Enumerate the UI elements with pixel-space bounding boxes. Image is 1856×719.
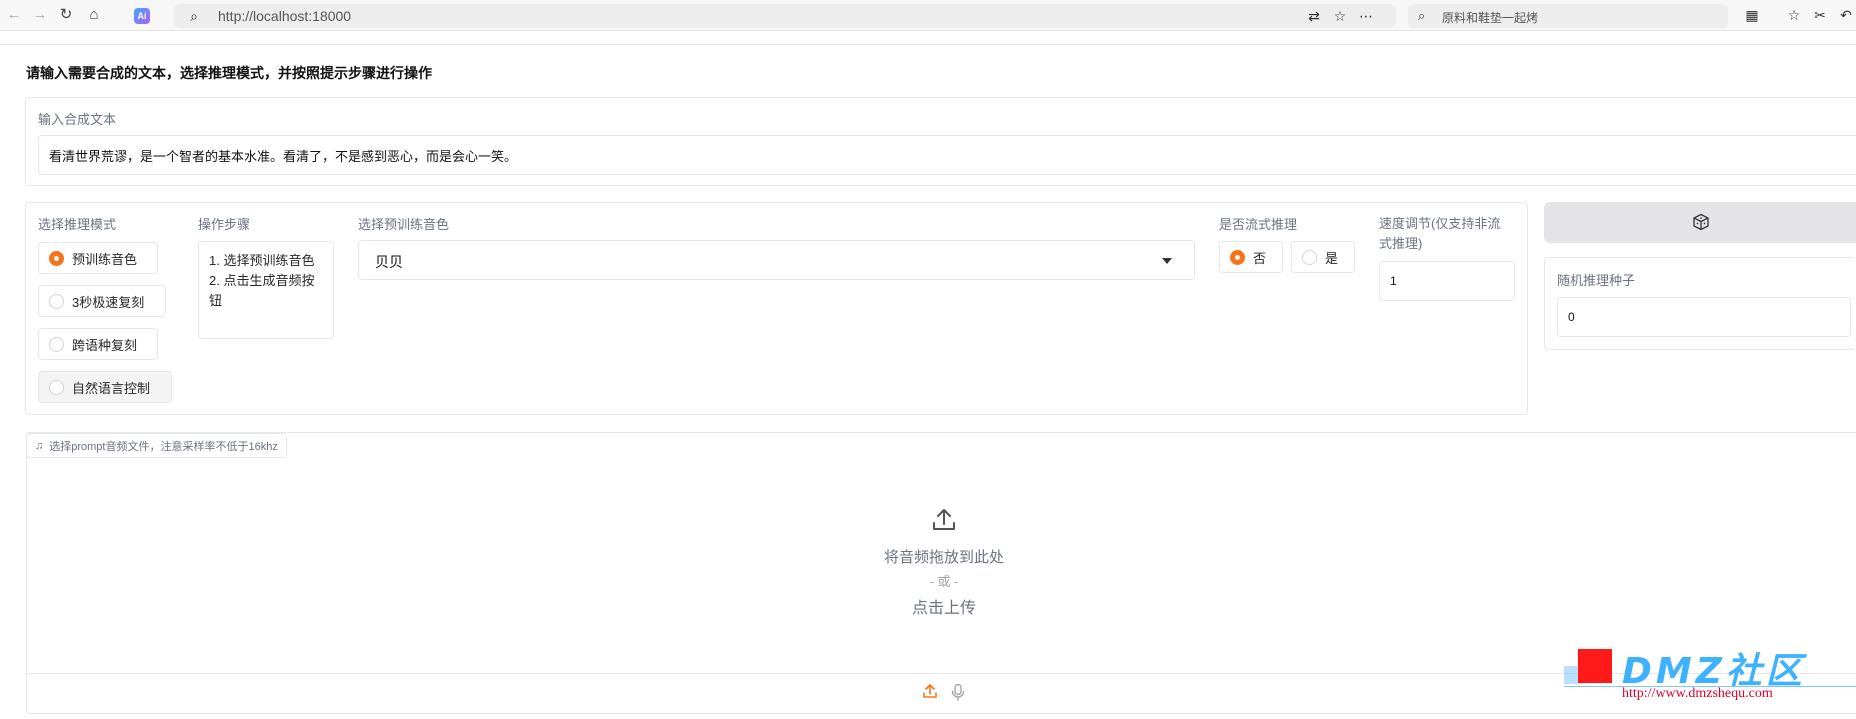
app-top-divider: [0, 44, 1856, 45]
radio-checked-icon: [49, 250, 64, 266]
tts-text-label: 输入合成文本: [38, 112, 117, 127]
steps-textbox: 1. 选择预训练音色 2. 点击生成音频按 钮: [198, 241, 334, 339]
stream-option-label: 是: [1325, 250, 1339, 266]
radio-unchecked-icon: [49, 379, 64, 395]
prompt-audio-label: ♫ 选择prompt音频文件，注意采样率不低于16khz: [26, 433, 287, 458]
click-upload-text: 点击上传: [911, 600, 976, 617]
more-icon[interactable]: ⋯: [1356, 6, 1376, 26]
random-seed-button[interactable]: [1544, 202, 1856, 243]
back-icon[interactable]: ←: [4, 5, 24, 25]
steps-line: 钮: [209, 293, 223, 308]
mode-label: 选择推理模式: [38, 217, 117, 232]
radio-unchecked-icon: [1302, 249, 1317, 265]
page-heading: 请输入需要合成的文本，选择推理模式，并按照提示步骤进行操作: [26, 65, 432, 81]
speed-label: 速度调节(仅支持非流 式推理): [1379, 216, 1501, 251]
steps-label: 操作步骤: [198, 217, 251, 232]
scissors-icon[interactable]: ✂: [1810, 5, 1830, 25]
stream-label: 是否流式推理: [1219, 217, 1298, 232]
voice-label: 选择预训练音色: [358, 217, 450, 232]
dice-icon: [1693, 213, 1709, 231]
upload-icon: [933, 509, 955, 530]
upload-prompt[interactable]: 将音频拖放到此处 - 或 - 点击上传: [830, 507, 1058, 618]
music-note-icon: ♫: [35, 439, 44, 452]
mode-option-3s-clone[interactable]: 3秒极速复刻: [38, 285, 166, 317]
or-text: - 或 -: [929, 574, 959, 589]
search-box[interactable]: ⌕ 原料和鞋垫一起烤: [1408, 4, 1728, 28]
watermark-logo-square: [1578, 649, 1612, 683]
upload-source-icon[interactable]: [922, 683, 938, 699]
steps-line: 1. 选择预训练音色: [209, 253, 315, 268]
translate-icon[interactable]: ⇄: [1304, 6, 1324, 26]
ai-extension-icon[interactable]: Ai: [134, 8, 150, 24]
watermark-url: http://www.dmzshequ.com: [1622, 686, 1773, 701]
radio-unchecked-icon: [49, 293, 64, 309]
mode-option-pretrained[interactable]: 预训练音色: [38, 242, 158, 274]
home-icon[interactable]: ⌂: [84, 5, 104, 25]
address-bar[interactable]: ⌕ http://localhost:18000 ⇄ ☆ ⋯: [174, 4, 1396, 28]
stream-option-no[interactable]: 否: [1219, 241, 1283, 273]
forward-icon[interactable]: →: [30, 5, 50, 25]
voice-selected: 贝贝: [375, 254, 403, 270]
reload-icon[interactable]: ↻: [56, 5, 76, 25]
browser-toolbar: ← → ↻ ⌂ Ai ⌕ http://localhost:18000 ⇄ ☆ …: [0, 0, 1856, 31]
caret-down-icon: [1162, 258, 1172, 264]
search-icon: ⌕: [190, 8, 198, 24]
tts-text-input[interactable]: 看清世界荒谬，是一个智者的基本水准。看清了，不是感到恶心，而是会心一笑。: [38, 135, 1856, 175]
mode-option-label: 3秒极速复刻: [72, 294, 145, 310]
voice-dropdown[interactable]: 贝贝: [358, 240, 1195, 280]
search-icon: ⌕: [1418, 8, 1426, 23]
drop-text: 将音频拖放到此处: [883, 549, 1004, 566]
mode-option-cross-lingual[interactable]: 跨语种复刻: [38, 328, 158, 360]
speed-input[interactable]: 1: [1379, 261, 1515, 301]
favorites-icon[interactable]: ☆: [1784, 5, 1804, 25]
microphone-icon[interactable]: [950, 683, 966, 701]
stream-option-yes[interactable]: 是: [1291, 241, 1355, 273]
steps-line: 2. 点击生成音频按: [209, 273, 315, 288]
stream-option-label: 否: [1253, 250, 1267, 266]
radio-checked-icon: [1230, 249, 1245, 265]
seed-input[interactable]: 0: [1557, 297, 1851, 337]
mode-option-label: 自然语言控制: [72, 380, 151, 396]
apps-icon[interactable]: ▦: [1742, 5, 1762, 25]
mode-option-label: 预训练音色: [72, 251, 138, 267]
star-icon[interactable]: ☆: [1330, 6, 1350, 26]
url-text: http://localhost:18000: [218, 8, 352, 24]
seed-label: 随机推理种子: [1557, 273, 1636, 288]
mode-option-instruct[interactable]: 自然语言控制: [38, 371, 172, 403]
search-query: 原料和鞋垫一起烤: [1442, 11, 1539, 25]
mode-option-label: 跨语种复刻: [72, 337, 138, 353]
undo-icon[interactable]: ↶: [1836, 5, 1856, 25]
radio-unchecked-icon: [49, 336, 64, 352]
